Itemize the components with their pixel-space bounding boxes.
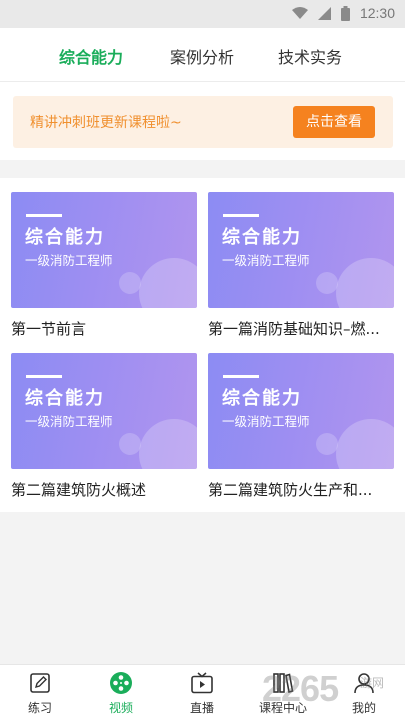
nav-label: 我的	[351, 701, 376, 715]
thumb-title: 综合能力	[222, 227, 302, 248]
thumb-accent-bar	[223, 375, 259, 378]
nav-label: 课程中心	[258, 701, 307, 715]
nav-course-center[interactable]: 课程中心	[253, 671, 313, 716]
user-icon	[354, 673, 374, 694]
nav-live[interactable]: 直播	[172, 671, 232, 716]
promo-banner[interactable]: 精讲冲刺班更新课程啦~ 点击查看	[13, 96, 393, 148]
thumb-title: 综合能力	[222, 388, 302, 409]
decor-circle	[139, 419, 197, 469]
course-thumbnail: 综合能力 一级消防工程师	[208, 353, 394, 469]
subject-tabs: 综合能力 案例分析 技术实务	[0, 28, 405, 82]
course-thumbnail: 综合能力 一级消防工程师	[11, 192, 197, 308]
view-button[interactable]: 点击查看	[293, 106, 375, 138]
course-title: 第二篇建筑防火生产和...	[208, 481, 373, 499]
tab-technical-practice[interactable]: 技术实务	[278, 44, 342, 68]
course-grid: 综合能力 一级消防工程师 第一节前言 综合能力 一级消防工程师 第一篇消防基础知…	[0, 178, 405, 512]
decor-circle	[336, 419, 394, 469]
tab-comprehensive[interactable]: 综合能力	[59, 44, 123, 68]
decor-circle	[316, 433, 338, 455]
course-thumbnail: 综合能力 一级消防工程师	[11, 353, 197, 469]
status-icons: 12:30	[291, 5, 395, 21]
bottom-nav: 练习 视频 直播 课程中心 我的	[0, 664, 405, 720]
banner-section: 精讲冲刺班更新课程啦~ 点击查看	[0, 82, 405, 160]
thumb-accent-bar	[26, 375, 62, 378]
nav-video[interactable]: 视频	[91, 671, 151, 716]
edit-icon	[30, 673, 50, 693]
course-title: 第一节前言	[11, 320, 87, 338]
course-card[interactable]: 综合能力 一级消防工程师 第一篇消防基础知识–燃...	[208, 192, 394, 339]
thumb-subtitle: 一级消防工程师	[25, 414, 113, 429]
course-title: 第一篇消防基础知识–燃...	[208, 320, 380, 338]
thumb-subtitle: 一级消防工程师	[222, 414, 310, 429]
thumb-title: 综合能力	[25, 388, 105, 409]
decor-circle	[119, 272, 141, 294]
nav-practice[interactable]: 练习	[10, 671, 70, 716]
tv-play-icon	[191, 672, 213, 694]
decor-circle	[139, 258, 197, 308]
tab-case-analysis[interactable]: 案例分析	[170, 44, 234, 68]
decor-circle	[336, 258, 394, 308]
film-reel-icon	[110, 672, 132, 694]
course-thumbnail: 综合能力 一级消防工程师	[208, 192, 394, 308]
decor-circle	[119, 433, 141, 455]
banner-text: 精讲冲刺班更新课程啦~	[30, 115, 182, 131]
thumb-accent-bar	[223, 214, 259, 217]
nav-mine[interactable]: 我的	[334, 671, 394, 716]
decor-circle	[316, 272, 338, 294]
battery-icon	[340, 5, 350, 21]
course-card[interactable]: 综合能力 一级消防工程师 第二篇建筑防火概述	[11, 353, 197, 500]
nav-label: 练习	[27, 701, 52, 715]
status-time: 12:30	[359, 5, 395, 21]
course-title: 第二篇建筑防火概述	[11, 481, 147, 499]
thumb-accent-bar	[26, 214, 62, 217]
nav-label: 视频	[108, 701, 133, 715]
thumb-subtitle: 一级消防工程师	[25, 253, 113, 268]
status-bar: 12:30	[0, 0, 405, 28]
thumb-title: 综合能力	[25, 227, 105, 248]
signal-icon	[317, 6, 331, 20]
course-card[interactable]: 综合能力 一级消防工程师 第一节前言	[11, 192, 197, 339]
thumb-subtitle: 一级消防工程师	[222, 253, 310, 268]
course-card[interactable]: 综合能力 一级消防工程师 第二篇建筑防火生产和...	[208, 353, 394, 500]
wifi-icon	[291, 6, 308, 19]
nav-label: 直播	[189, 701, 214, 715]
books-icon	[273, 673, 294, 694]
